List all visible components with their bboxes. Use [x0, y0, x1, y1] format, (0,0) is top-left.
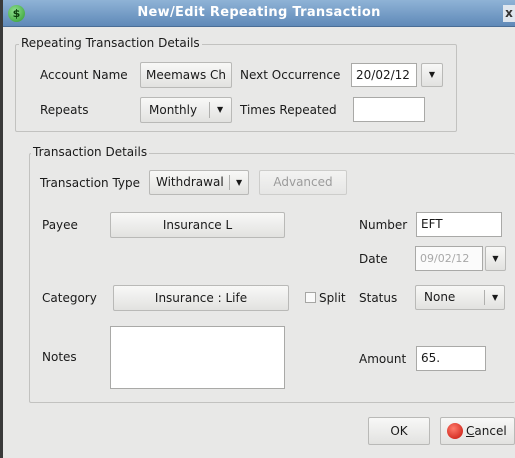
- window-title: New/Edit Repeating Transaction: [137, 5, 381, 20]
- date-label: Date: [359, 252, 388, 266]
- cancel-label: ancel: [474, 424, 507, 438]
- notes-label: Notes: [42, 350, 77, 364]
- transaction-details-label: Transaction Details: [31, 145, 150, 159]
- next-occurrence-label: Next Occurrence: [240, 68, 341, 82]
- next-occurrence-input[interactable]: 20/02/12: [351, 63, 417, 87]
- number-label: Number: [359, 218, 408, 232]
- chevron-down-icon: ▼: [217, 105, 224, 114]
- payee-button[interactable]: Insurance L: [110, 212, 285, 238]
- repeats-select[interactable]: Monthly ▼: [140, 97, 232, 123]
- repeats-label: Repeats: [40, 103, 89, 117]
- advanced-button[interactable]: Advanced: [259, 170, 347, 195]
- notes-textarea[interactable]: [110, 326, 285, 389]
- close-icon[interactable]: x: [503, 5, 515, 22]
- status-value: None: [424, 290, 456, 304]
- date-input[interactable]: 09/02/12: [415, 246, 483, 271]
- split-checkbox[interactable]: [305, 292, 316, 303]
- chevron-down-icon: ▼: [492, 293, 499, 302]
- dialog-window: $ New/Edit Repeating Transaction x Repea…: [0, 0, 515, 458]
- split-label: Split: [319, 291, 346, 305]
- status-label: Status: [359, 291, 398, 305]
- category-label: Category: [42, 291, 97, 305]
- ok-button[interactable]: OK: [368, 417, 430, 445]
- times-repeated-label: Times Repeated: [240, 103, 337, 117]
- amount-label: Amount: [359, 352, 407, 366]
- amount-input[interactable]: 65.: [416, 346, 486, 371]
- next-occurrence-dropdown-icon[interactable]: ▼: [421, 63, 443, 87]
- times-repeated-input[interactable]: [353, 97, 425, 122]
- transaction-type-value: Withdrawal: [156, 175, 224, 189]
- account-name-label: Account Name: [40, 68, 128, 82]
- account-name-button[interactable]: Meemaws Ch: [140, 62, 232, 88]
- repeating-details-label: Repeating Transaction Details: [19, 36, 202, 50]
- title-bar[interactable]: $ New/Edit Repeating Transaction x: [3, 0, 515, 27]
- repeats-value: Monthly: [149, 103, 198, 117]
- category-button[interactable]: Insurance : Life: [113, 285, 289, 311]
- transaction-type-label: Transaction Type: [40, 176, 141, 190]
- cancel-button[interactable]: Cancel: [440, 417, 515, 445]
- transaction-type-select[interactable]: Withdrawal ▼: [149, 170, 249, 195]
- payee-label: Payee: [42, 218, 78, 232]
- date-dropdown-icon[interactable]: ▼: [485, 246, 506, 271]
- stop-icon: [447, 422, 463, 439]
- chevron-down-icon: ▼: [236, 178, 243, 187]
- status-select[interactable]: None ▼: [415, 285, 505, 310]
- number-input[interactable]: EFT: [416, 212, 502, 237]
